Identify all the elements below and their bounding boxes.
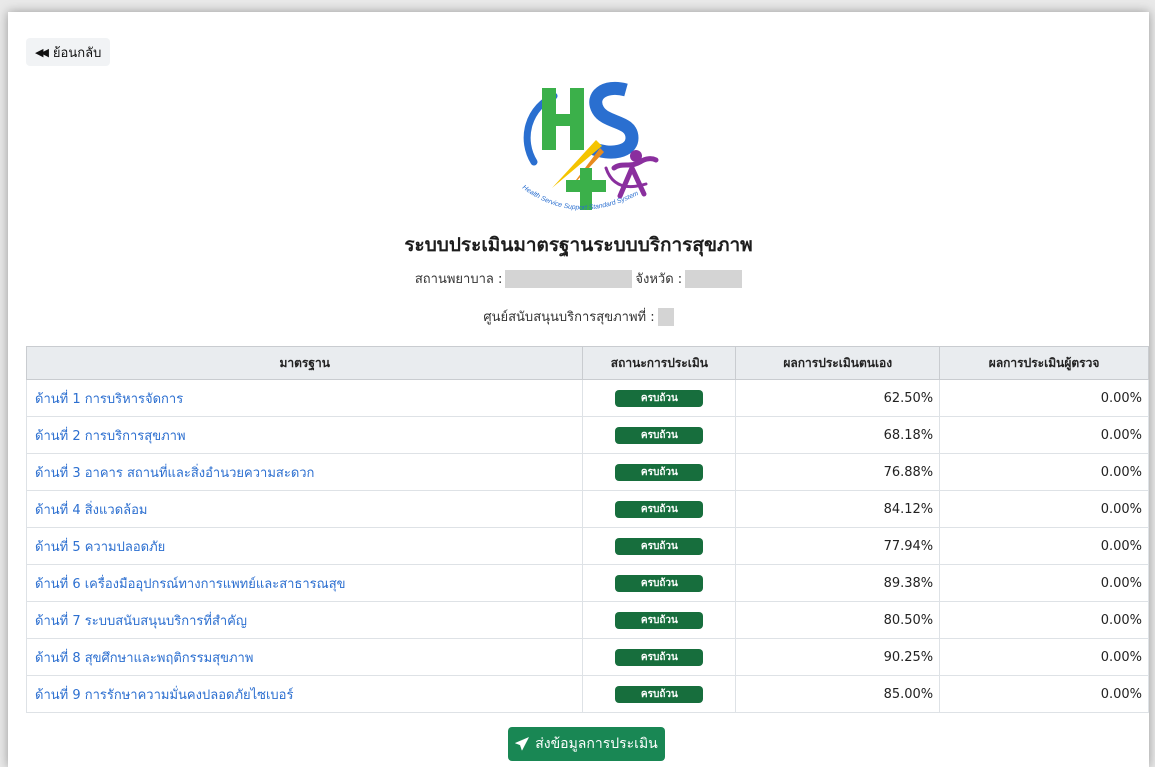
page-title: ระบบประเมินมาตรฐานระบบบริการสุขภาพ: [404, 234, 753, 256]
page-frame: ◀◀ ย้อนกลับ Health Service Support Stand…: [8, 12, 1149, 767]
table-row: ด้านที่ 9 การรักษาความมั่นคงปลอดภัยไซเบอ…: [25, 675, 1149, 713]
standard-link[interactable]: ด้านที่ 7 ระบบสนับสนุนบริการที่สำคัญ: [25, 601, 584, 639]
table-row: ด้านที่ 2 การบริการสุขภาพ ครบถ้วน 68.18%…: [25, 416, 1149, 454]
submit-button-label: ส่งข้อมูลการประเมิน: [535, 736, 658, 752]
table-row: ด้านที่ 7 ระบบสนับสนุนบริการที่สำคัญ ครบ…: [25, 601, 1149, 639]
status-badge: ครบถ้วน: [615, 685, 704, 703]
inspector-score: 0.00%: [939, 564, 1149, 602]
table-row: ด้านที่ 4 สิ่งแวดล้อม ครบถ้วน 84.12% 0.0…: [25, 490, 1149, 528]
back-button-label: ย้อนกลับ: [52, 45, 102, 61]
self-score: 89.38%: [735, 564, 941, 602]
status-badge: ครบถ้วน: [615, 574, 704, 592]
table-row: ด้านที่ 8 สุขศึกษาและพฤติกรรมสุขภาพ ครบถ…: [25, 638, 1149, 676]
standard-link[interactable]: ด้านที่ 1 การบริหารจัดการ: [25, 379, 584, 417]
header-standard: มาตรฐาน: [25, 346, 584, 380]
standard-link[interactable]: ด้านที่ 9 การรักษาความมั่นคงปลอดภัยไซเบอ…: [25, 675, 584, 713]
inspector-score: 0.00%: [939, 638, 1149, 676]
status-badge: ครบถ้วน: [615, 500, 704, 518]
standards-table: มาตรฐาน สถานะการประเมิน ผลการประเมินตนเอ…: [25, 346, 1149, 713]
standard-link[interactable]: ด้านที่ 3 อาคาร สถานที่และสิ่งอำนวยความส…: [25, 453, 584, 491]
hospital-label: สถานพยาบาล :: [414, 272, 503, 287]
standard-link[interactable]: ด้านที่ 6 เครื่องมืออุปกรณ์ทางการแพทย์แล…: [25, 564, 584, 602]
status-badge: ครบถ้วน: [615, 611, 704, 629]
paper-plane-icon: [515, 737, 530, 751]
inspector-score: 0.00%: [939, 416, 1149, 454]
backward-icon: ◀◀: [35, 45, 49, 59]
status-badge: ครบถ้วน: [615, 389, 704, 407]
inspector-score: 0.00%: [939, 601, 1149, 639]
hs4-logo: Health Service Support Standard System: [521, 82, 659, 212]
status-badge: ครบถ้วน: [615, 537, 704, 555]
hospital-redacted: [505, 269, 633, 288]
province-redacted: [685, 269, 743, 288]
status-badge: ครบถ้วน: [615, 463, 704, 481]
self-score: 68.18%: [735, 416, 941, 454]
inspector-score: 0.00%: [939, 527, 1149, 565]
center-info: ศูนย์สนับสนุนบริการสุขภาพที่ :: [8, 306, 1149, 327]
table-header-row: มาตรฐาน สถานะการประเมิน ผลการประเมินตนเอ…: [25, 346, 1149, 380]
self-score: 80.50%: [735, 601, 941, 639]
table-row: ด้านที่ 5 ความปลอดภัย ครบถ้วน 77.94% 0.0…: [25, 527, 1149, 565]
header-status: สถานะการประเมิน: [582, 346, 737, 380]
standard-link[interactable]: ด้านที่ 5 ความปลอดภัย: [25, 527, 584, 565]
center-redacted: [657, 307, 674, 326]
submit-assessment-button[interactable]: ส่งข้อมูลการประเมิน: [508, 727, 665, 761]
status-badge: ครบถ้วน: [615, 426, 704, 444]
center-label: ศูนย์สนับสนุนบริการสุขภาพที่ :: [483, 310, 655, 325]
self-score: 84.12%: [735, 490, 941, 528]
self-score: 77.94%: [735, 527, 941, 565]
standard-link[interactable]: ด้านที่ 2 การบริการสุขภาพ: [25, 416, 584, 454]
self-score: 90.25%: [735, 638, 941, 676]
standard-link[interactable]: ด้านที่ 8 สุขศึกษาและพฤติกรรมสุขภาพ: [25, 638, 584, 676]
table-row: ด้านที่ 1 การบริหารจัดการ ครบถ้วน 62.50%…: [25, 379, 1149, 417]
province-label: จังหวัด :: [635, 272, 683, 287]
header-inspector-score: ผลการประเมินผู้ตรวจ: [939, 346, 1149, 380]
header-self-score: ผลการประเมินตนเอง: [735, 346, 941, 380]
self-score: 76.88%: [735, 453, 941, 491]
self-score: 85.00%: [735, 675, 941, 713]
hospital-info: สถานพยาบาล : จังหวัด :: [8, 268, 1149, 289]
status-badge: ครบถ้วน: [615, 648, 704, 666]
table-row: ด้านที่ 6 เครื่องมืออุปกรณ์ทางการแพทย์แล…: [25, 564, 1149, 602]
inspector-score: 0.00%: [939, 453, 1149, 491]
inspector-score: 0.00%: [939, 379, 1149, 417]
inspector-score: 0.00%: [939, 675, 1149, 713]
table-row: ด้านที่ 3 อาคาร สถานที่และสิ่งอำนวยความส…: [25, 453, 1149, 491]
back-button[interactable]: ◀◀ ย้อนกลับ: [26, 38, 111, 66]
inspector-score: 0.00%: [939, 490, 1149, 528]
self-score: 62.50%: [735, 379, 941, 417]
standard-link[interactable]: ด้านที่ 4 สิ่งแวดล้อม: [25, 490, 584, 528]
